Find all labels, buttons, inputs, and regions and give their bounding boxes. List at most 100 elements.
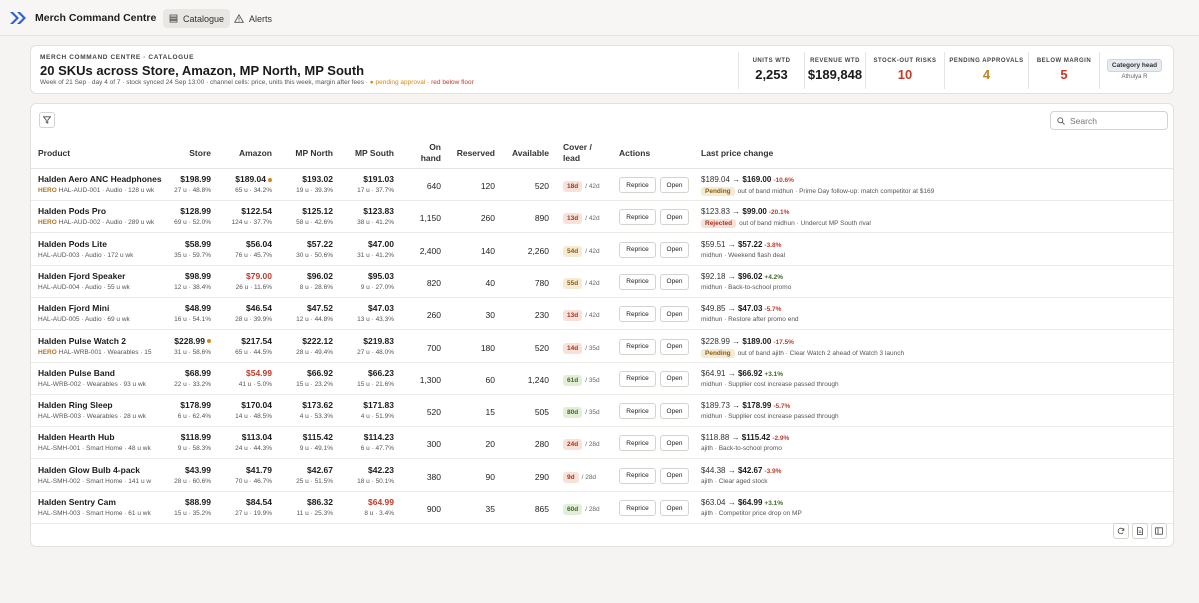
- reprice-button[interactable]: Reprice: [619, 306, 656, 323]
- refresh-button[interactable]: [1113, 523, 1129, 539]
- open-button[interactable]: Open: [660, 500, 689, 516]
- open-button[interactable]: Open: [660, 209, 689, 226]
- column-header-mp-north[interactable]: MP North: [283, 148, 333, 159]
- column-header-mp-south[interactable]: MP South: [344, 148, 394, 159]
- reprice-button[interactable]: Reprice: [619, 209, 656, 226]
- column-header-product[interactable]: Product: [38, 148, 70, 159]
- column-header-amazon[interactable]: Amazon: [227, 148, 272, 159]
- tab-alerts[interactable]: Alerts: [228, 9, 278, 28]
- reprice-button[interactable]: Reprice: [619, 338, 656, 355]
- user-role[interactable]: Category head Athulya R: [1099, 52, 1169, 89]
- open-button[interactable]: Open: [660, 241, 689, 258]
- reprice-button[interactable]: Reprice: [619, 273, 656, 290]
- table-row[interactable]: Halden Sentry Cam HAL-SMH-003 · Smart Hom…: [31, 492, 1173, 524]
- reprice-button[interactable]: Reprice: [619, 241, 656, 258]
- product-name[interactable]: Halden Fjord Mini: [38, 303, 109, 313]
- open-button[interactable]: Open: [660, 306, 689, 323]
- price-store[interactable]: $228.99: [167, 336, 211, 346]
- product-name[interactable]: Halden Ring Sleep: [38, 400, 113, 410]
- price-mp-north[interactable]: $96.02: [283, 271, 333, 281]
- filter-button[interactable]: [39, 112, 55, 128]
- price-mp-south[interactable]: $95.03: [344, 271, 394, 281]
- price-store[interactable]: $48.99: [167, 303, 211, 313]
- price-store[interactable]: $88.99: [167, 497, 211, 507]
- price-mp-north[interactable]: $173.62: [283, 400, 333, 410]
- product-name[interactable]: Halden Glow Bulb 4-pack: [38, 465, 140, 475]
- open-button[interactable]: Open: [660, 467, 689, 484]
- reprice-button[interactable]: Reprice: [619, 500, 656, 516]
- price-mp-south[interactable]: $114.23: [344, 432, 394, 442]
- table-row[interactable]: Halden Pods Pro HERO HAL-AUD-002 · Audio ·…: [31, 201, 1173, 234]
- price-amazon[interactable]: $54.99: [227, 368, 272, 378]
- price-mp-north[interactable]: $115.42: [283, 432, 333, 442]
- price-mp-north[interactable]: $222.12: [283, 336, 333, 346]
- price-amazon[interactable]: $217.54: [227, 336, 272, 346]
- table-row[interactable]: Halden Fjord Speaker HAL-AUD-004 · Audio …: [31, 266, 1173, 298]
- price-mp-south[interactable]: $171.83: [344, 400, 394, 410]
- price-store[interactable]: $43.99: [167, 465, 211, 475]
- price-mp-north[interactable]: $86.32: [283, 497, 333, 507]
- column-header-available[interactable]: Available: [505, 148, 549, 159]
- reprice-button[interactable]: Reprice: [619, 177, 656, 193]
- price-amazon[interactable]: $41.79: [227, 465, 272, 475]
- price-mp-south[interactable]: $47.03: [344, 303, 394, 313]
- price-store[interactable]: $198.99: [167, 174, 211, 184]
- table-row[interactable]: Halden Pulse Band HAL-WRB-002 · Wearables…: [31, 363, 1173, 395]
- price-amazon[interactable]: $189.04: [227, 174, 272, 184]
- product-name[interactable]: Halden Pulse Watch 2: [38, 336, 126, 346]
- table-row[interactable]: Halden Pods Lite HAL-AUD-003 · Audio · 17…: [31, 234, 1173, 266]
- table-row[interactable]: Halden Aero ANC Headphones HERO HAL-AUD-00…: [31, 169, 1173, 201]
- price-mp-south[interactable]: $42.23: [344, 465, 394, 475]
- product-name[interactable]: Halden Pods Pro: [38, 206, 106, 216]
- column-header-store[interactable]: Store: [167, 148, 211, 159]
- tab-catalogue[interactable]: Catalogue: [163, 9, 231, 28]
- column-header-cover-lead[interactable]: Cover / lead: [563, 142, 592, 164]
- price-store[interactable]: $118.99: [167, 432, 211, 442]
- price-mp-south[interactable]: $64.99: [344, 497, 394, 507]
- price-mp-north[interactable]: $47.52: [283, 303, 333, 313]
- open-button[interactable]: Open: [660, 273, 689, 290]
- column-header-reserved[interactable]: Reserved: [451, 148, 495, 159]
- price-amazon[interactable]: $122.54: [227, 206, 272, 216]
- search-input[interactable]: Search: [1050, 111, 1168, 130]
- price-amazon[interactable]: $84.54: [227, 497, 272, 507]
- product-name[interactable]: Halden Pods Lite: [38, 239, 107, 249]
- price-store[interactable]: $178.99: [167, 400, 211, 410]
- price-mp-north[interactable]: $193.02: [283, 174, 333, 184]
- price-mp-south[interactable]: $219.83: [344, 336, 394, 346]
- table-row[interactable]: Halden Hearth Hub HAL-SMH-001 · Smart Hom…: [31, 427, 1173, 460]
- price-amazon[interactable]: $56.04: [227, 239, 272, 249]
- table-row[interactable]: Halden Fjord Mini HAL-AUD-005 · Audio · 6…: [31, 298, 1173, 331]
- price-amazon[interactable]: $46.54: [227, 303, 272, 313]
- product-name[interactable]: Halden Fjord Speaker: [38, 271, 125, 281]
- open-button[interactable]: Open: [660, 435, 689, 452]
- reprice-button[interactable]: Reprice: [619, 370, 656, 387]
- open-button[interactable]: Open: [660, 370, 689, 387]
- price-mp-south[interactable]: $66.23: [344, 368, 394, 378]
- price-store[interactable]: $98.99: [167, 271, 211, 281]
- product-name[interactable]: Halden Hearth Hub: [38, 432, 115, 442]
- price-mp-south[interactable]: $47.00: [344, 239, 394, 249]
- price-mp-south[interactable]: $123.83: [344, 206, 394, 216]
- price-store[interactable]: $68.99: [167, 368, 211, 378]
- price-amazon[interactable]: $79.00: [227, 271, 272, 281]
- reprice-button[interactable]: Reprice: [619, 467, 656, 484]
- table-row[interactable]: Halden Ring Sleep HAL-WRB-003 · Wearables…: [31, 395, 1173, 428]
- price-mp-north[interactable]: $42.67: [283, 465, 333, 475]
- columns-button[interactable]: [1151, 523, 1167, 539]
- column-header-on-hand[interactable]: On hand: [405, 142, 441, 164]
- price-mp-north[interactable]: $57.22: [283, 239, 333, 249]
- price-amazon[interactable]: $113.04: [227, 432, 272, 442]
- price-mp-south[interactable]: $191.03: [344, 174, 394, 184]
- open-button[interactable]: Open: [660, 403, 689, 420]
- price-amazon[interactable]: $170.04: [227, 400, 272, 410]
- open-button[interactable]: Open: [660, 177, 689, 193]
- open-button[interactable]: Open: [660, 338, 689, 355]
- reprice-button[interactable]: Reprice: [619, 435, 656, 452]
- reprice-button[interactable]: Reprice: [619, 403, 656, 420]
- product-name[interactable]: Halden Pulse Band: [38, 368, 115, 378]
- price-mp-north[interactable]: $66.92: [283, 368, 333, 378]
- product-name[interactable]: Halden Aero ANC Headphones: [38, 174, 162, 184]
- price-store[interactable]: $58.99: [167, 239, 211, 249]
- table-row[interactable]: Halden Pulse Watch 2 HERO HAL-WRB-001 · We…: [31, 331, 1173, 363]
